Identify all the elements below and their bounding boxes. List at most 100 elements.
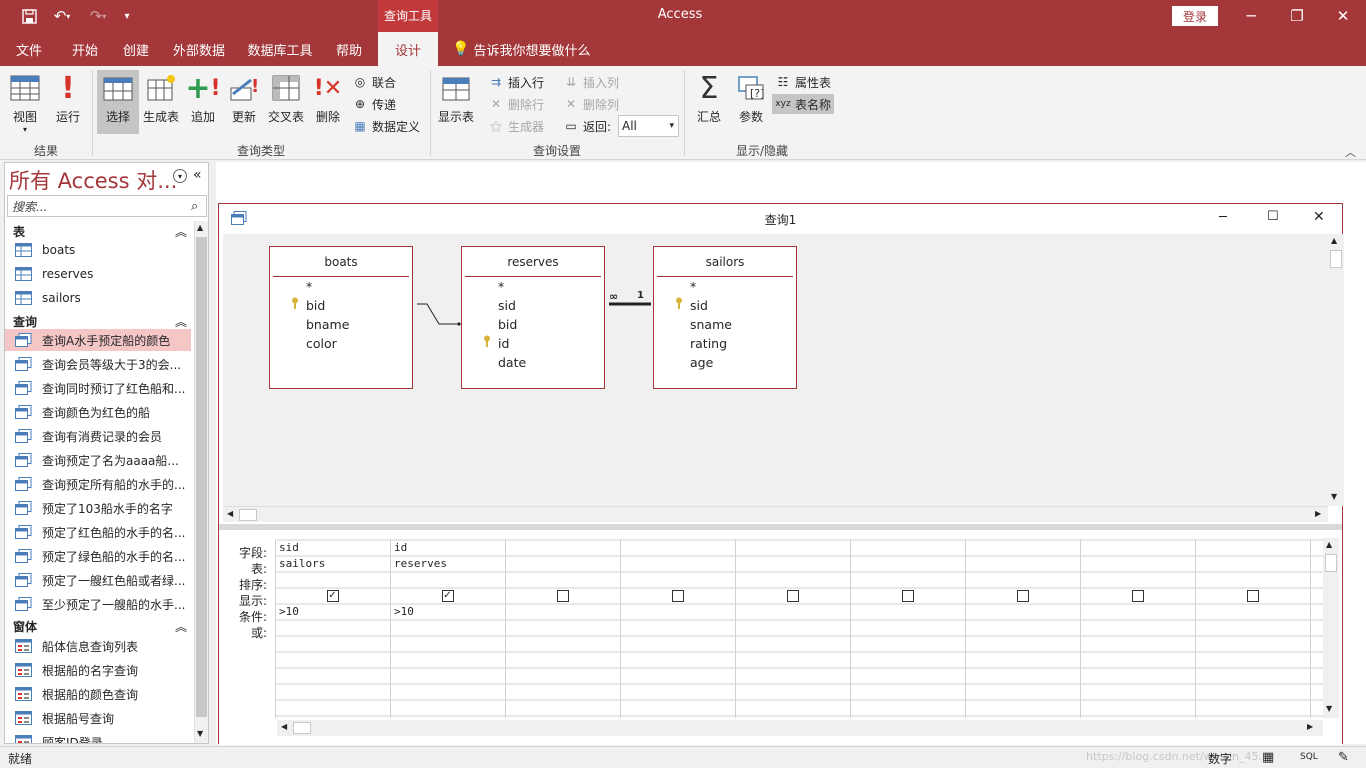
table-title[interactable]: sailors (657, 247, 793, 277)
diagram-hscroll[interactable]: ◀ ▶ (223, 506, 1328, 522)
datasheet-view-icon[interactable]: ▦ (1262, 750, 1274, 765)
field-item[interactable]: bid (306, 298, 325, 313)
scroll-down-icon[interactable]: ▼ (1326, 704, 1332, 713)
grid-hscroll[interactable]: ◀ ▶ (277, 720, 1323, 736)
collapse-pane-icon[interactable]: « (193, 167, 202, 183)
grid-vscroll[interactable]: ▲ ▼ (1323, 538, 1339, 718)
tab-external-data[interactable]: 外部数据 (164, 32, 234, 66)
customize-qat-icon[interactable]: ▾ (118, 6, 136, 26)
select-query-button[interactable]: 选择 (97, 70, 139, 134)
minimize-icon[interactable]: ─ (1228, 0, 1274, 32)
show-checkbox[interactable]: ✓ (441, 590, 454, 602)
delete-query-button[interactable]: !✕ 删除 (311, 70, 345, 134)
passthrough-button[interactable]: ⊕ 传递 (352, 94, 396, 114)
minimize-icon[interactable]: ─ (1219, 210, 1227, 225)
show-checkbox[interactable] (1246, 590, 1259, 602)
field-item[interactable]: sname (690, 317, 732, 332)
show-checkbox[interactable] (1131, 590, 1144, 602)
show-checkbox[interactable] (671, 590, 684, 602)
show-checkbox[interactable] (556, 590, 569, 602)
collapse-ribbon-icon[interactable]: ︿ (1345, 144, 1356, 160)
field-item[interactable]: * (690, 279, 696, 294)
field-item[interactable]: bid (498, 317, 517, 332)
scroll-right-icon[interactable]: ▶ (1307, 722, 1313, 731)
scroll-down-icon[interactable]: ▼ (197, 729, 203, 738)
tab-help[interactable]: 帮助 (326, 32, 372, 66)
tab-design[interactable]: 设计 (378, 32, 438, 66)
show-checkbox[interactable] (1016, 590, 1029, 602)
nav-pane-title[interactable]: 所有 Access 对... (9, 165, 177, 195)
grid-cell-field[interactable]: id (394, 541, 407, 554)
update-button[interactable]: ! 更新 (226, 70, 262, 134)
scroll-up-icon[interactable]: ▲ (197, 223, 203, 232)
field-item[interactable]: bname (306, 317, 349, 332)
scroll-up-icon[interactable]: ▲ (1331, 236, 1337, 245)
save-icon[interactable] (18, 6, 40, 26)
scroll-left-icon[interactable]: ◀ (281, 722, 287, 731)
nav-item-reserves[interactable]: reserves (5, 263, 191, 285)
table-title[interactable]: boats (273, 247, 409, 277)
insert-columns-button[interactable]: ⇊ 插入列 (563, 72, 619, 92)
totals-button[interactable]: Σ 汇总 (690, 70, 728, 134)
parameters-button[interactable]: [?] 参数 (732, 70, 770, 134)
show-checkbox[interactable]: ✓ (326, 590, 339, 602)
scroll-thumb[interactable] (1325, 554, 1337, 572)
table-names-button[interactable]: xyz 表名称 (772, 94, 835, 114)
append-button[interactable]: +! 追加 (185, 70, 221, 134)
field-list-sailors[interactable]: sailors * sid sname rating age (653, 246, 797, 389)
nav-item-query-8[interactable]: 预定了红色船的水手的名... (5, 521, 191, 543)
delete-columns-button[interactable]: ✕ 删除列 (563, 94, 619, 114)
scroll-right-icon[interactable]: ▶ (1315, 509, 1321, 518)
nav-section-forms[interactable]: 窗体 ︽ (13, 618, 187, 635)
nav-item-query-9[interactable]: 预定了绿色船的水手的名... (5, 545, 191, 567)
tab-file[interactable]: 文件 (4, 32, 54, 66)
field-list-reserves[interactable]: reserves * sid bid id date (461, 246, 605, 389)
join-line-boats-reserves[interactable] (413, 284, 463, 334)
nav-item-query-4[interactable]: 查询有消费记录的会员 (5, 425, 191, 447)
delete-rows-button[interactable]: ✕ 删除行 (488, 94, 544, 114)
field-item[interactable]: sid (690, 298, 708, 313)
field-item[interactable]: date (498, 355, 526, 370)
nav-item-query-10[interactable]: 预定了一艘红色船或者绿... (5, 569, 191, 591)
login-button[interactable]: 登录 (1172, 6, 1218, 26)
grid-cell-criteria[interactable]: >10 (279, 605, 299, 618)
pane-splitter[interactable] (219, 524, 1342, 530)
field-item[interactable]: * (306, 279, 312, 294)
field-item[interactable]: age (690, 355, 713, 370)
nav-item-query-11[interactable]: 至少预定了一艘船的水手... (5, 593, 191, 615)
nav-section-queries[interactable]: 查询 ︽ (13, 313, 187, 330)
sql-view-button[interactable]: SQL (1300, 752, 1318, 762)
return-combo[interactable]: All ▾ (618, 115, 679, 137)
run-button[interactable]: ! 运行 (50, 70, 86, 134)
scroll-up-icon[interactable]: ▲ (1326, 540, 1332, 549)
undo-icon[interactable]: ↶ ▾ (48, 6, 76, 26)
nav-item-query-3[interactable]: 查询颜色为红色的船 (5, 401, 191, 423)
close-icon[interactable]: ✕ (1320, 0, 1366, 32)
nav-item-form-1[interactable]: 根据船的名字查询 (5, 659, 191, 681)
insert-rows-button[interactable]: ⇉ 插入行 (488, 72, 544, 92)
restore-icon[interactable]: ❐ (1274, 0, 1320, 32)
nav-section-tables[interactable]: 表 ︽ (13, 223, 187, 240)
union-button[interactable]: ◎ 联合 (352, 72, 396, 92)
nav-item-query-1[interactable]: 查询会员等级大于3的会... (5, 353, 191, 375)
nav-item-form-3[interactable]: 根据船号查询 (5, 707, 191, 729)
scroll-left-icon[interactable]: ◀ (227, 509, 233, 518)
nav-item-boats[interactable]: boats (5, 239, 191, 261)
field-item[interactable]: * (498, 279, 504, 294)
crosstab-button[interactable]: 交叉表 (266, 70, 306, 134)
nav-item-query-7[interactable]: 预定了103船水手的名字 (5, 497, 191, 519)
nav-item-form-2[interactable]: 根据船的颜色查询 (5, 683, 191, 705)
tab-home[interactable]: 开始 (60, 32, 110, 66)
scroll-thumb[interactable] (293, 722, 311, 734)
redo-icon[interactable]: ↷ ▾ (84, 6, 112, 26)
scroll-thumb[interactable] (196, 237, 207, 717)
field-item[interactable]: id (498, 336, 509, 351)
scroll-thumb[interactable] (239, 509, 257, 521)
table-diagram-pane[interactable]: boats * bid bname color reserves * sid b… (223, 234, 1344, 506)
close-icon[interactable]: ✕ (1313, 209, 1325, 225)
grid-cell-criteria[interactable]: >10 (394, 605, 414, 618)
nav-menu-chevron-icon[interactable]: ▾ (173, 169, 187, 183)
tab-create[interactable]: 创建 (112, 32, 160, 66)
nav-scrollbar[interactable]: ▲ ▼ (194, 221, 208, 743)
show-checkbox[interactable] (786, 590, 799, 602)
